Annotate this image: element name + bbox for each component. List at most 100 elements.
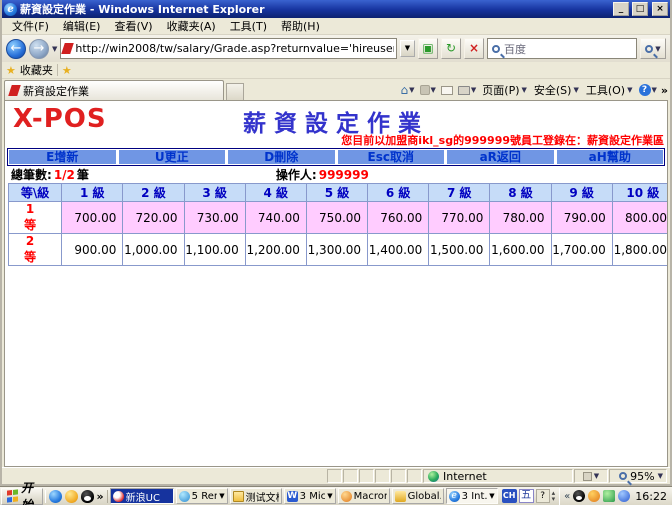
status-cell [359,469,374,483]
tray-green-icon[interactable] [603,490,615,502]
taskbar-button-3[interactable]: W3 Mic...▼ [284,488,336,504]
minimize-button[interactable]: _ [613,2,629,16]
language-help-button[interactable]: ? [536,489,550,503]
menu-item-2[interactable]: 查看(V) [108,17,158,35]
tab-bar: 薪資設定作業 ⌂▼ ▼ ▼ 页面(P)▼ 安全(S)▼ 工具(O)▼ ?▼ » [2,79,670,100]
new-tab-button[interactable] [226,83,244,100]
address-dropdown-icon[interactable]: ▼ [400,40,415,57]
folder-icon [233,491,244,502]
toolbar-button-0[interactable]: E增新 [9,150,116,164]
home-icon: ⌂ [400,83,408,97]
zoom-control[interactable]: 95% ▼ [609,469,667,483]
column-header-10: 10 級 [612,184,668,202]
tray-qq-icon[interactable] [573,490,585,502]
column-header-6: 6 級 [368,184,429,202]
desktop: e 薪資設定作業 - Windows Internet Explorer _ □… [0,0,672,505]
taskbar-button-4[interactable]: Macrom... [338,488,390,504]
search-input[interactable]: 百度 [487,38,637,59]
quick-launch-uc-icon[interactable] [65,490,78,503]
forward-button[interactable]: → [29,39,49,59]
toolbar-button-4[interactable]: aR返回 [447,150,554,164]
maximize-button[interactable]: □ [632,2,648,16]
table-row-0[interactable]: 1 等700.00720.00730.00740.00750.00760.007… [9,202,669,234]
protected-mode-cell[interactable]: ▼ [574,469,608,483]
feeds-dropdown-icon[interactable]: ▼ [431,86,436,94]
menu-item-0[interactable]: 文件(F) [6,17,55,35]
home-dropdown-icon[interactable]: ▼ [409,86,414,94]
feeds-button[interactable]: ▼ [419,85,437,95]
window-title: 薪資設定作業 - Windows Internet Explorer [20,1,610,17]
value-cell-5: 1,400.00 [368,234,429,266]
command-overflow-chevron[interactable]: » [661,84,668,97]
toolbar-button-2[interactable]: D刪除 [228,150,335,164]
address-bar[interactable]: http://win2008/tw/salary/Grade.asp?retur… [60,38,397,59]
tab-title: 薪資設定作業 [23,83,89,99]
toolbar-button-3[interactable]: Esc取消 [338,150,445,164]
column-header-4: 4 級 [245,184,306,202]
column-header-2: 2 級 [123,184,184,202]
tab-salary-setting[interactable]: 薪資設定作業 [4,80,224,100]
start-label: 开始 [21,479,37,505]
quick-launch-qq-icon[interactable] [81,490,94,503]
help-menu-button[interactable]: ?▼ [638,84,658,96]
close-button[interactable]: × [652,2,668,16]
system-tray: « 16:22 [559,488,671,505]
tray-expand-chevron[interactable]: « [564,491,570,502]
stop-button[interactable]: × [464,38,484,59]
global-icon [395,491,406,502]
back-button[interactable]: ← [6,39,26,59]
tray-blue-icon[interactable] [618,490,630,502]
toolbar-button-5[interactable]: aH幫助 [557,150,664,164]
value-cell-5: 760.00 [368,202,429,234]
read-mail-button[interactable] [440,86,454,95]
tools-menu-button[interactable]: 工具(O)▼ [584,82,635,98]
search-options-icon[interactable]: ▼ [655,45,660,53]
favorites-button[interactable]: 收藏夹 [20,62,53,78]
start-button[interactable]: 开始 [1,488,43,505]
printer-icon [458,86,470,95]
page-menu-button[interactable]: 页面(P)▼ [480,82,529,98]
quick-launch-chevron[interactable]: » [97,490,104,503]
url-text[interactable]: http://win2008/tw/salary/Grade.asp?retur… [75,42,394,55]
menu-item-5[interactable]: 帮助(H) [275,17,326,35]
taskbar-button-label: 3 Mic... [300,491,326,502]
taskbar-button-label: 测试文档 [246,489,279,504]
taskbar-button-6[interactable]: e3 Int...▼ [446,488,498,504]
home-button[interactable]: ⌂▼ [399,83,415,97]
value-cell-0: 900.00 [62,234,123,266]
taskbar-button-label: 5 Rem... [192,491,218,502]
value-cell-9: 800.00 [612,202,668,234]
column-header-3: 3 級 [184,184,245,202]
taskbar-button-1[interactable]: 5 Rem...▼ [176,488,228,504]
keyboard-layout-icon[interactable]: 五 [519,489,534,503]
taskbar-button-5[interactable]: Global... [392,488,444,504]
search-go-button[interactable]: ▼ [640,38,666,59]
toolbar-button-1[interactable]: U更正 [119,150,226,164]
info-row: 總筆數: 1/2 筆 操作人: 999999 [5,166,667,183]
language-options-handle[interactable]: ▴▾ [552,490,556,502]
table-row-1[interactable]: 2 等900.001,000.001,100.001,200.001,300.0… [9,234,669,266]
quick-launch-ie-icon[interactable] [49,490,62,503]
taskbar-button-2[interactable]: 测试文档 [230,488,282,504]
refresh-button[interactable]: ↻ [441,38,461,59]
taskbar-button-0[interactable]: 新浪UC [110,488,174,504]
tray-orange-icon[interactable] [588,490,600,502]
column-header-8: 8 級 [490,184,551,202]
print-dropdown-icon[interactable]: ▼ [471,86,476,94]
security-zone: Internet [423,469,573,483]
safety-menu-label: 安全(S) [534,82,572,98]
taskbar-button-label: 新浪UC [126,489,171,504]
add-favorite-icon[interactable]: ★ [62,64,72,77]
print-button[interactable]: ▼ [457,86,477,95]
status-cell [343,469,358,483]
safety-menu-button[interactable]: 安全(S)▼ [532,82,581,98]
menu-item-3[interactable]: 收藏夹(A) [161,17,222,35]
menu-item-4[interactable]: 工具(T) [224,17,273,35]
menu-item-1[interactable]: 编辑(E) [57,17,107,35]
compatibility-view-icon[interactable]: ▣ [418,38,438,59]
value-cell-3: 740.00 [245,202,306,234]
group-dropdown-icon: ▼ [219,492,224,500]
operator-value: 999999 [319,168,369,182]
language-indicator[interactable]: CH [502,489,517,503]
history-dropdown-icon[interactable]: ▼ [52,45,57,53]
